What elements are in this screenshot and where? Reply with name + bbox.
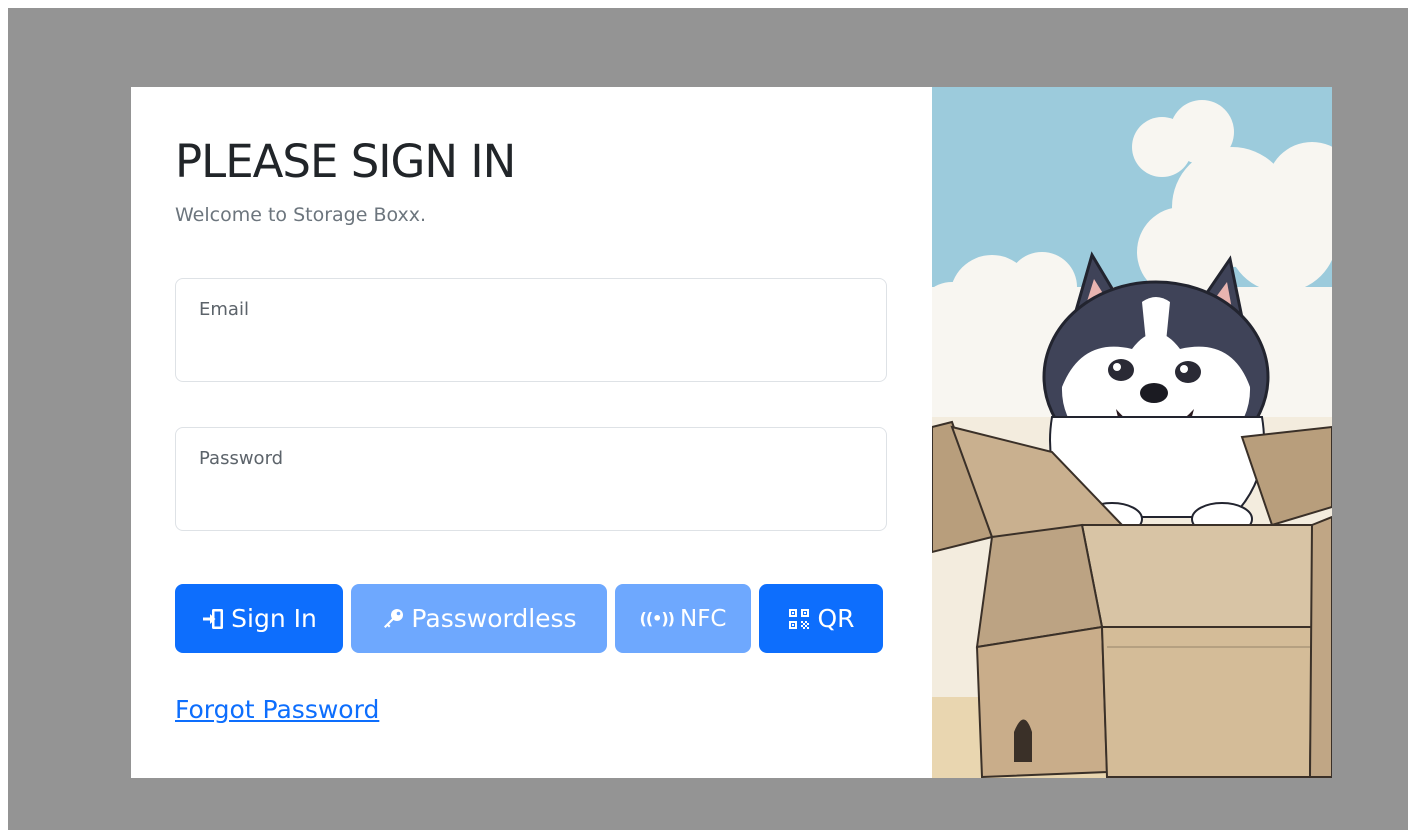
qr-button[interactable]: QR [759,584,883,653]
qr-label: QR [817,604,855,633]
husky-illustration [932,87,1332,778]
email-input[interactable] [198,331,862,369]
password-label: Password [199,448,284,469]
password-input[interactable] [198,480,862,518]
page-subtitle: Welcome to Storage Boxx. [175,204,427,226]
email-field[interactable]: Email [175,278,887,382]
forgot-password-link[interactable]: Forgot Password [175,695,379,724]
nfc-button[interactable]: ((•)) NFC [615,584,751,653]
passwordless-label: Passwordless [411,604,577,633]
sign-in-button[interactable]: Sign In [175,584,343,653]
nfc-icon: ((•)) [639,609,675,628]
sign-in-label: Sign In [231,604,317,633]
nfc-label: NFC [679,605,727,632]
key-icon [381,607,405,631]
login-card: PLEASE SIGN IN Welcome to Storage Boxx. … [131,87,1332,778]
login-form: PLEASE SIGN IN Welcome to Storage Boxx. … [131,87,932,778]
page-title: PLEASE SIGN IN [175,135,516,188]
passwordless-button[interactable]: Passwordless [351,584,607,653]
sign-in-icon [201,607,225,631]
email-label: Email [199,299,249,320]
qr-code-icon [787,607,811,631]
password-field[interactable]: Password [175,427,887,531]
